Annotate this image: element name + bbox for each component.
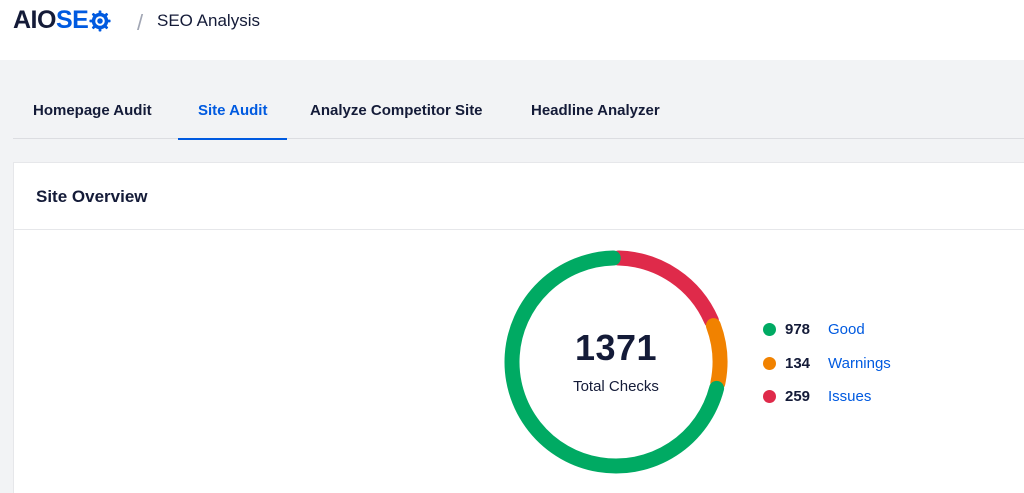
page-title: SEO Analysis [157,11,260,30]
donut-center: 1371 Total Checks [503,249,729,475]
issues-dot [763,389,776,403]
card-header: Site Overview [14,163,1024,230]
breadcrumb-separator: / [137,10,144,35]
tab-homepage-audit[interactable]: Homepage Audit [33,88,152,139]
warnings-count: 134 [785,354,811,372]
logo-text-se: SE [55,6,89,34]
aioseo-logo[interactable]: AIO SE [13,6,111,35]
good-link[interactable]: Good [828,321,865,338]
issues-count: 259 [785,387,811,405]
warnings-dot [763,356,776,370]
card-title: Site Overview [36,187,148,206]
legend-item-good: 978 Good [763,318,865,340]
legend-item-issues: 259 Issues [763,385,871,407]
total-checks-count: 1371 [574,327,658,368]
tab-site-audit[interactable]: Site Audit [177,88,289,140]
good-count: 978 [785,320,811,338]
top-bar: AIO SE / SEO Analysis [0,0,1024,60]
gear-icon [89,9,111,32]
issues-link[interactable]: Issues [828,388,871,405]
logo-text-seo: SE [56,6,111,35]
warnings-link[interactable]: Warnings [828,355,891,372]
total-checks-label: Total Checks [573,378,659,395]
tab-analyze-competitor-site[interactable]: Analyze Competitor Site [310,88,483,139]
good-dot [763,322,776,336]
legend-item-warnings: 134 Warnings [763,352,891,374]
logo-text-aio: AIO [13,6,56,34]
tab-headline-analyzer[interactable]: Headline Analyzer [531,88,660,139]
analysis-tabs: Homepage Audit Site Audit Analyze Compet… [13,88,1024,140]
